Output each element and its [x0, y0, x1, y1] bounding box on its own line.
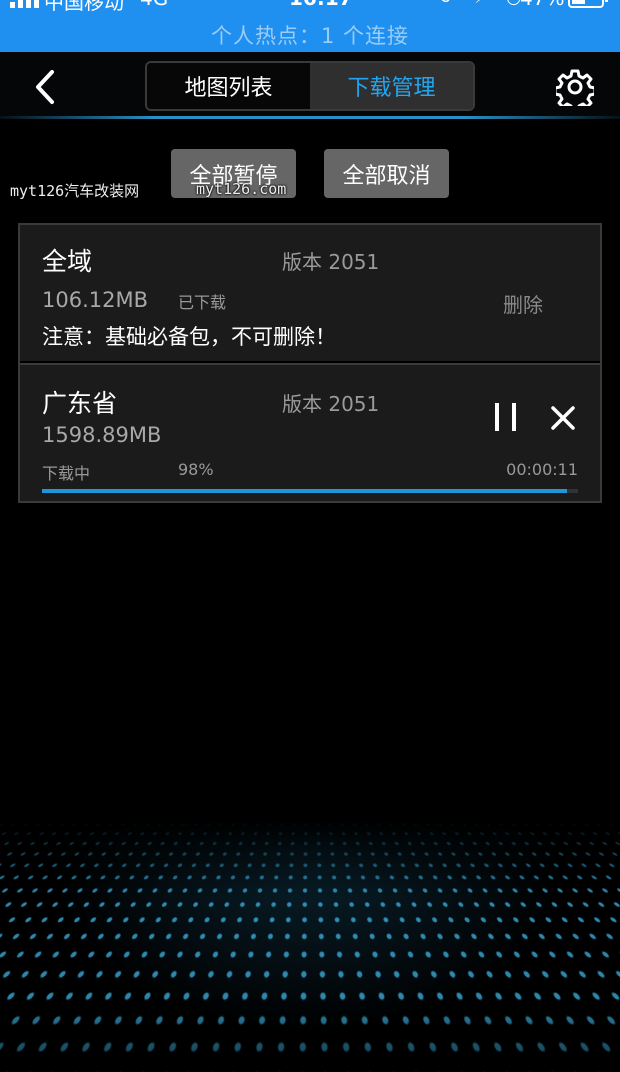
cancel-all-button[interactable]: 全部取消 [324, 149, 449, 198]
alarm-icon: ◔ [506, 0, 521, 8]
battery-icon [568, 0, 608, 8]
elapsed-time: 00:00:11 [506, 460, 578, 479]
clock-label: 16:17 [289, 0, 353, 10]
cancel-download-button[interactable] [550, 405, 576, 431]
map-name: 全域 [42, 247, 93, 276]
map-version: 版本 2051 [282, 250, 380, 274]
download-status: 已下载 [178, 293, 227, 312]
background-dot-grid [0, 820, 620, 1072]
charging-icon: ⚡ [474, 0, 486, 8]
battery-level-fill [572, 0, 586, 4]
pause-download-button[interactable] [492, 401, 520, 433]
download-status: 下载中 [42, 464, 91, 483]
map-size: 1598.89MB [42, 423, 162, 447]
download-percent: 98% [178, 460, 214, 479]
network-type-label: 4G [140, 0, 168, 10]
status-bar-top-row: 中国移动 4G 16:17 ⟳ ⚡ ◔ 47% [0, 0, 620, 14]
back-button[interactable] [28, 68, 64, 106]
download-item: 全域 版本 2051 106.12MB 已下载 删除 注意：基础必备包，不可删除… [20, 225, 600, 361]
close-icon [551, 406, 575, 430]
header-divider [0, 116, 620, 119]
chevron-left-icon [36, 70, 54, 104]
pause-icon [495, 403, 516, 431]
battery-percent-label: 47% [520, 0, 564, 10]
download-progress-bar [42, 489, 578, 493]
status-bar: 中国移动 4G 16:17 ⟳ ⚡ ◔ 47% 个人热点：1 个连接 [0, 0, 620, 52]
gear-icon [553, 69, 597, 113]
signal-strength-icon [10, 0, 39, 8]
watermark-site-name: myt126汽车改装网 [10, 182, 140, 200]
lock-rotation-icon: ⟳ [440, 0, 454, 8]
watermark-site-url: myt126.com [196, 180, 287, 198]
carrier-label: 中国移动 [44, 0, 124, 14]
settings-button[interactable] [553, 68, 597, 113]
delete-button[interactable]: 删除 [503, 289, 543, 318]
map-size: 106.12MB [42, 288, 149, 312]
tab-map-list[interactable]: 地图列表 [147, 63, 310, 109]
map-version: 版本 2051 [282, 392, 380, 416]
base-package-note: 注意：基础必备包，不可删除！ [42, 325, 336, 349]
hotspot-banner[interactable]: 个人热点：1 个连接 [0, 20, 620, 50]
status-icons: ⟳ ⚡ ◔ [440, 0, 521, 8]
map-name: 广东省 [42, 389, 118, 418]
download-list: 全域 版本 2051 106.12MB 已下载 删除 注意：基础必备包，不可删除… [18, 223, 602, 503]
top-nav-bar: 地图列表 下载管理 [0, 52, 620, 118]
tab-download-manager[interactable]: 下载管理 [310, 63, 473, 109]
download-progress-fill [42, 489, 568, 493]
download-item: 广东省 版本 2051 1598.89MB 下载中 98% 00:00:11 [20, 363, 600, 501]
segmented-tabs: 地图列表 下载管理 [145, 61, 475, 111]
